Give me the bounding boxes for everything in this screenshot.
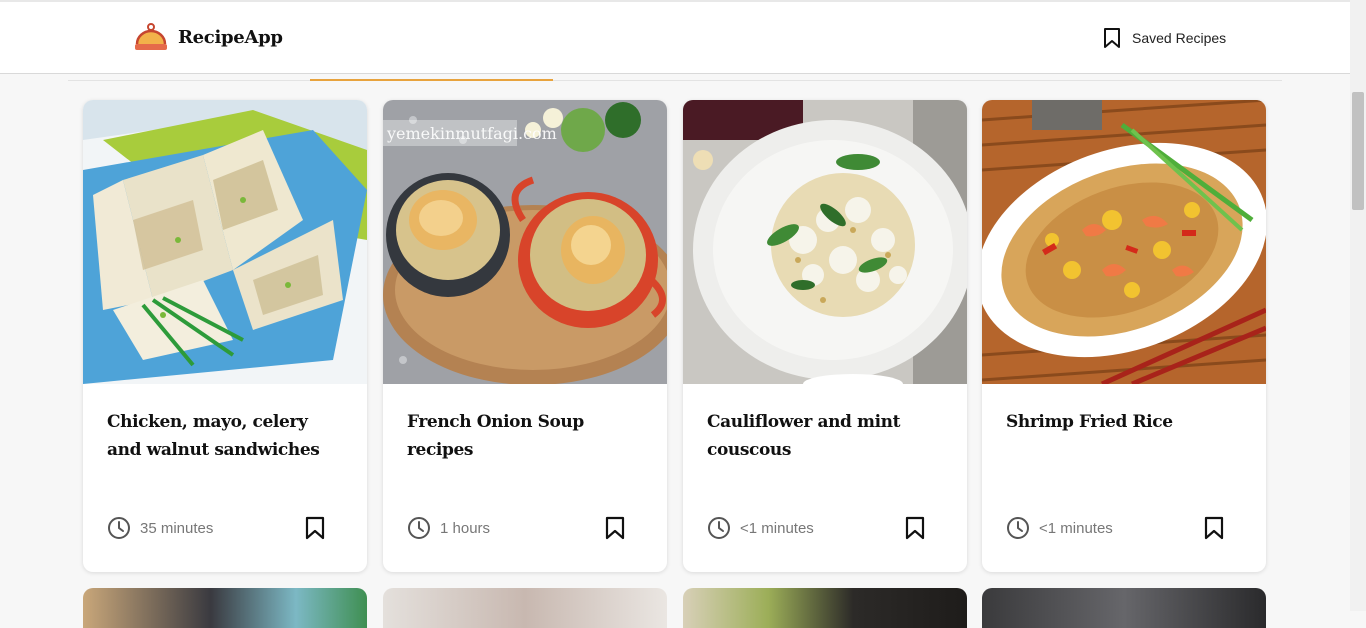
cook-time-label: 1 hours <box>440 519 491 537</box>
cook-time-label: <1 minutes <box>740 519 814 537</box>
recipe-card-peek[interactable] <box>683 588 967 628</box>
bookmark-icon <box>905 516 925 540</box>
recipe-title[interactable]: Shrimp Fried Rice <box>1006 408 1242 436</box>
recipe-card[interactable]: yemekinmutfagi.com French Onion Soup rec… <box>383 100 667 572</box>
save-recipe-button[interactable] <box>305 516 325 545</box>
bookmark-icon <box>305 516 325 540</box>
bookmark-icon <box>605 516 625 540</box>
saved-recipes-label: Saved Recipes <box>1132 30 1227 46</box>
image-watermark: yemekinmutfagi.com <box>386 124 557 143</box>
cook-time: <1 minutes <box>707 516 814 540</box>
top-nav-bar: RecipeApp Saved Recipes <box>0 0 1350 74</box>
cook-time-label: 35 minutes <box>140 519 214 537</box>
clock-icon <box>1007 517 1029 539</box>
recipe-card-peek[interactable] <box>383 588 667 628</box>
recipe-title[interactable]: Chicken, mayo, celery and walnut sandwic… <box>107 408 343 464</box>
recipe-card-peek[interactable] <box>83 588 367 628</box>
save-recipe-button[interactable] <box>905 516 925 545</box>
cook-time-label: <1 minutes <box>1039 519 1113 537</box>
recipe-title[interactable]: French Onion Soup recipes <box>407 408 643 464</box>
recipe-card[interactable]: Chicken, mayo, celery and walnut sandwic… <box>83 100 367 572</box>
fried-rice-photo[interactable] <box>982 100 1266 384</box>
app-logo[interactable]: RecipeApp <box>134 22 283 52</box>
cook-time: 35 minutes <box>107 516 213 540</box>
recipe-card[interactable]: Cauliflower and mint couscous <1 minutes <box>683 100 967 572</box>
app-name: RecipeApp <box>178 26 283 48</box>
scrollbar-thumb[interactable] <box>1352 92 1364 210</box>
sandwiches-photo[interactable] <box>83 100 367 384</box>
couscous-photo[interactable] <box>683 100 967 384</box>
clock-icon <box>408 517 430 539</box>
active-tab-indicator <box>310 79 553 81</box>
recipe-title[interactable]: Cauliflower and mint couscous <box>707 408 943 464</box>
save-recipe-button[interactable] <box>1204 516 1224 545</box>
onion-soup-photo[interactable]: yemekinmutfagi.com <box>383 100 667 384</box>
recipe-card[interactable]: Shrimp Fried Rice <1 minutes <box>982 100 1266 572</box>
recipe-card-peek[interactable] <box>982 588 1266 628</box>
clock-icon <box>108 517 130 539</box>
bookmark-icon <box>1104 28 1120 48</box>
cooking-pot-icon <box>135 23 167 50</box>
clock-icon <box>708 517 730 539</box>
saved-recipes-link[interactable]: Saved Recipes <box>1102 27 1226 49</box>
section-divider <box>68 80 1282 81</box>
cook-time: <1 minutes <box>1006 516 1113 540</box>
bookmark-icon <box>1204 516 1224 540</box>
cook-time: 1 hours <box>407 516 490 540</box>
save-recipe-button[interactable] <box>605 516 625 545</box>
